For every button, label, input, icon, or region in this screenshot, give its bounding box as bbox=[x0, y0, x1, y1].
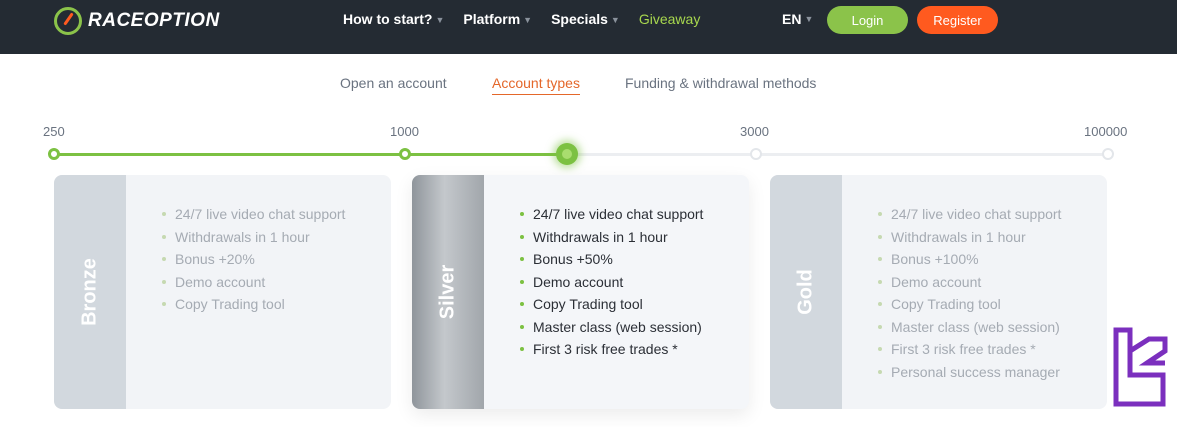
watermark-logo-icon bbox=[1113, 327, 1168, 407]
slider-tick-label: 3000 bbox=[740, 124, 769, 139]
chevron-down-icon: ▼ bbox=[435, 15, 445, 25]
account-name: Silver bbox=[436, 264, 459, 320]
account-name: Bronze bbox=[78, 258, 101, 326]
feature-item: Bonus +50% bbox=[520, 248, 703, 271]
slider-tick-label: 100000 bbox=[1084, 124, 1128, 139]
feature-item: Master class (web session) bbox=[878, 316, 1061, 339]
feature-item: Copy Trading tool bbox=[162, 293, 345, 316]
login-button[interactable]: Login bbox=[827, 6, 908, 34]
feature-item: Withdrawals in 1 hour bbox=[520, 226, 703, 249]
slider-stop-3000[interactable] bbox=[750, 148, 762, 160]
account-card-silver[interactable]: Silver 24/7 live video chat support With… bbox=[412, 175, 749, 409]
section-tabs: Open an account Account types Funding & … bbox=[0, 75, 1177, 99]
tab-funding-withdrawal[interactable]: Funding & withdrawal methods bbox=[625, 75, 816, 91]
chevron-down-icon: ▼ bbox=[804, 14, 814, 24]
slider-tick-label: 250 bbox=[43, 124, 65, 139]
feature-item: Copy Trading tool bbox=[520, 293, 703, 316]
feature-item: Withdrawals in 1 hour bbox=[162, 226, 345, 249]
feature-item: 24/7 live video chat support bbox=[162, 203, 345, 226]
nav-how-to-start[interactable]: How to start? ▼ bbox=[343, 11, 444, 27]
feature-item: Copy Trading tool bbox=[878, 293, 1061, 316]
nav-platform[interactable]: Platform ▼ bbox=[463, 11, 532, 27]
feature-item: Withdrawals in 1 hour bbox=[878, 226, 1061, 249]
feature-item: 24/7 live video chat support bbox=[520, 203, 703, 226]
logo[interactable]: RACEOPTION bbox=[54, 7, 220, 35]
chevron-down-icon: ▼ bbox=[610, 15, 620, 25]
feature-item: Bonus +20% bbox=[162, 248, 345, 271]
feature-item: Bonus +100% bbox=[878, 248, 1061, 271]
account-card-gold[interactable]: Gold 24/7 live video chat support Withdr… bbox=[770, 175, 1107, 409]
main-nav: How to start? ▼ Platform ▼ Specials ▼ Givea… bbox=[343, 11, 719, 27]
account-name: Gold bbox=[794, 269, 817, 315]
feature-list: 24/7 live video chat support Withdrawals… bbox=[878, 203, 1061, 383]
deposit-slider-handle[interactable] bbox=[556, 143, 578, 165]
nav-specials[interactable]: Specials ▼ bbox=[551, 11, 620, 27]
feature-item: First 3 risk free trades * bbox=[878, 338, 1061, 361]
feature-item: Demo account bbox=[878, 271, 1061, 294]
feature-item: 24/7 live video chat support bbox=[878, 203, 1061, 226]
feature-list: 24/7 live video chat support Withdrawals… bbox=[520, 203, 703, 361]
tab-account-types[interactable]: Account types bbox=[492, 75, 580, 95]
language-selector[interactable]: EN ▼ bbox=[782, 11, 813, 27]
feature-item: Demo account bbox=[162, 271, 345, 294]
nav-giveaway[interactable]: Giveaway bbox=[639, 11, 700, 27]
slider-stop-1000[interactable] bbox=[399, 148, 411, 160]
deposit-slider-track[interactable] bbox=[54, 153, 1108, 156]
top-navbar: RACEOPTION How to start? ▼ Platform ▼ Spec… bbox=[0, 0, 1177, 54]
logo-text-race: RACE bbox=[88, 10, 144, 31]
card-side-band: Silver bbox=[412, 175, 484, 409]
card-side-band: Gold bbox=[770, 175, 842, 409]
slider-tick-label: 1000 bbox=[390, 124, 419, 139]
slider-stop-250[interactable] bbox=[48, 148, 60, 160]
card-side-band: Bronze bbox=[54, 175, 126, 409]
chevron-down-icon: ▼ bbox=[523, 15, 533, 25]
slider-stop-100000[interactable] bbox=[1102, 148, 1114, 160]
feature-item: Personal success manager bbox=[878, 361, 1061, 384]
feature-list: 24/7 live video chat support Withdrawals… bbox=[162, 203, 345, 316]
feature-item: Demo account bbox=[520, 271, 703, 294]
logo-text-option: OPTION bbox=[143, 10, 220, 31]
feature-item: Master class (web session) bbox=[520, 316, 703, 339]
logo-icon bbox=[54, 7, 82, 35]
feature-item: First 3 risk free trades * bbox=[520, 338, 703, 361]
deposit-slider-fill bbox=[54, 153, 566, 156]
account-card-bronze[interactable]: Bronze 24/7 live video chat support With… bbox=[54, 175, 391, 409]
register-button[interactable]: Register bbox=[917, 6, 998, 34]
tab-open-account[interactable]: Open an account bbox=[340, 75, 447, 91]
